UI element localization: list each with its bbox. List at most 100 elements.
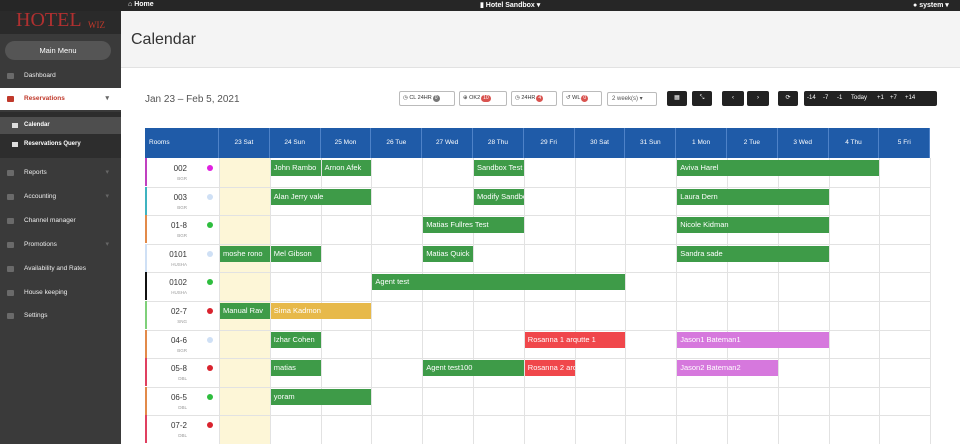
booking-bar[interactable]: Izhar Cohen [270,331,321,348]
room-row-label[interactable]: 003 BGR [145,186,215,215]
booking-bar[interactable]: Jason1 Bateman1 [677,331,829,348]
minus-7-button[interactable]: -7 [823,91,828,106]
day-header: 4 Thu [828,128,880,158]
booking-bar[interactable]: Aviva Harel [677,160,880,176]
day-header: 28 Thu [473,128,524,158]
room-row-label[interactable]: 0101 HUSHA [145,243,215,272]
room-row-label[interactable]: 01-8 BGR [145,215,215,244]
grid-hline [145,358,931,360]
booking-bar[interactable]: Sandra sade [677,245,829,262]
day-header: 26 Tue [371,128,423,158]
sidebar-item-channel-manager[interactable]: Channel manager [0,210,121,232]
accounting-icon [7,194,14,200]
gear-icon [7,313,14,319]
reservations-icon [7,96,14,102]
minus-14-button[interactable]: -14 [807,91,816,106]
main-content: Calendar Jan 23 – Feb 5, 2021 ◷ CL 24HR 0… [121,11,960,444]
day-header: 30 Sat [574,128,626,158]
booking-bar[interactable]: Manual Rav [220,303,270,319]
room-row-label[interactable]: 002 BGR [145,158,215,186]
sidebar-item-availability-and-rates[interactable]: Availability and Rates [0,258,121,280]
sidebar-item-label: Availability and Rates [24,265,87,272]
room-type: BGR [177,347,187,353]
sidebar-item-accounting[interactable]: Accounting ▾ [0,186,121,208]
user-menu[interactable]: ● system ▾ [913,1,949,9]
refresh-icon: ⟳ [785,95,791,101]
24hr-filter-button[interactable]: ◷ 24HR 4 [511,91,557,106]
weeks-value: 2 week(s) [612,96,639,102]
plus-14-button[interactable]: +14 [905,91,915,106]
sidebar-item-label: House keeping [24,289,68,296]
grid-hline [145,415,931,417]
booking-bar[interactable]: Jason2 Bateman2 [677,360,778,377]
room-status-dot [207,393,213,400]
sidebar-item-reports[interactable]: Reports ▾ [0,162,121,184]
booking-bar[interactable]: Alan Jerry vale [270,188,372,205]
room-status-dot [207,193,213,200]
chevron-down-icon: ▾ [638,96,643,102]
booking-bar[interactable]: Mel Gibson [270,245,321,262]
wl-filter-button[interactable]: ↺ WL 0 [562,91,602,106]
home-link[interactable]: ⌂ Home [128,1,154,8]
sidebar-item-reservations[interactable]: Reservations ▾ [0,88,121,110]
filter-label: WL [572,95,581,101]
sidebar-item-dashboard[interactable]: Dashboard [0,65,121,87]
sidebar-item-house-keeping[interactable]: House keeping [0,282,121,304]
next-button[interactable]: › [747,91,769,106]
booking-bar[interactable]: Matias Quick [423,245,473,262]
sidebar-item-promotions[interactable]: Promotions ▾ [0,234,121,256]
cl24hr-filter-button[interactable]: ◷ CL 24HR 0 [399,91,455,106]
room-type: HUSHA [171,290,187,296]
booking-bar[interactable]: moshe rono [220,245,270,262]
sidebar-subitem-calendar[interactable]: Calendar [0,117,121,134]
room-row-label[interactable]: 02-7 SNG [145,301,215,329]
weeks-select[interactable]: 2 week(s) ▾ [607,92,657,106]
booking-bar[interactable]: Agent test [372,274,626,291]
booking-bar[interactable]: Rosanna 1 arqutte 1 [524,331,626,348]
booking-bar[interactable]: matias [270,360,321,377]
refresh-button[interactable]: ⟳ [778,91,798,106]
grid-hline [145,186,931,188]
room-row-label[interactable]: 07-2 DBL [145,415,215,444]
booking-bar[interactable]: Sima Kadmon [270,303,372,319]
prev-button[interactable]: ‹ [722,91,744,106]
sidebar-item-label: Reports [24,169,47,176]
sidebar-item-settings[interactable]: Settings [0,305,121,327]
main-menu-button[interactable]: Main Menu [5,41,111,60]
room-row-label[interactable]: 05-8 DBL [145,358,215,387]
hotel-selector[interactable]: ▮ Hotel Sandbox ▾ [480,1,540,9]
ok2-filter-button[interactable]: ⊕ OK2 10 [459,91,507,106]
room-status-dot [207,279,213,286]
day-header: 25 Mon [320,128,372,158]
room-row-label[interactable]: 0102 HUSHA [145,272,215,301]
booking-bar[interactable]: Laura Dern [677,188,829,205]
calendar-picker-button[interactable]: ▦ [667,91,687,106]
plus-1-button[interactable]: +1 [877,91,884,106]
room-row-label[interactable]: 06-5 DBL [145,386,215,415]
booking-bar[interactable]: Matias Fullres Test [423,217,524,234]
room-status-dot [207,250,213,257]
booking-bar[interactable]: Modify Sandbox [474,188,524,205]
caret-down-icon: ▾ [534,2,541,9]
compress-button[interactable]: ⤡ [692,91,712,106]
today-button[interactable]: Today [851,91,867,106]
booking-bar[interactable]: Rosanna 2 arqutte 2 [524,360,575,377]
plus-7-button[interactable]: +7 [890,91,897,106]
room-type: BGR [177,204,187,210]
booking-bar[interactable]: Agent test100 [423,360,524,377]
user-name: system [919,2,944,9]
room-row-label[interactable]: 04-6 BGR [145,329,215,358]
reservations-submenu: Calendar Reservations Query [0,112,121,158]
booking-bar[interactable]: Nicole Kidman [677,217,829,234]
booking-bar[interactable]: yoram [270,388,372,405]
sidebar-subitem-reservations-query[interactable]: Reservations Query [0,136,121,153]
channel-manager-icon [7,218,14,224]
room-status-dot [207,222,213,229]
minus-1-button[interactable]: -1 [837,91,842,106]
booking-bar[interactable]: Arnon Afek [321,160,372,176]
room-status-dot [207,422,213,429]
room-number: 003 [173,192,187,202]
booking-bar[interactable]: John Rambo [270,160,321,176]
booking-bar[interactable]: Sandbox Test [474,160,524,176]
home-label: Home [134,1,154,8]
